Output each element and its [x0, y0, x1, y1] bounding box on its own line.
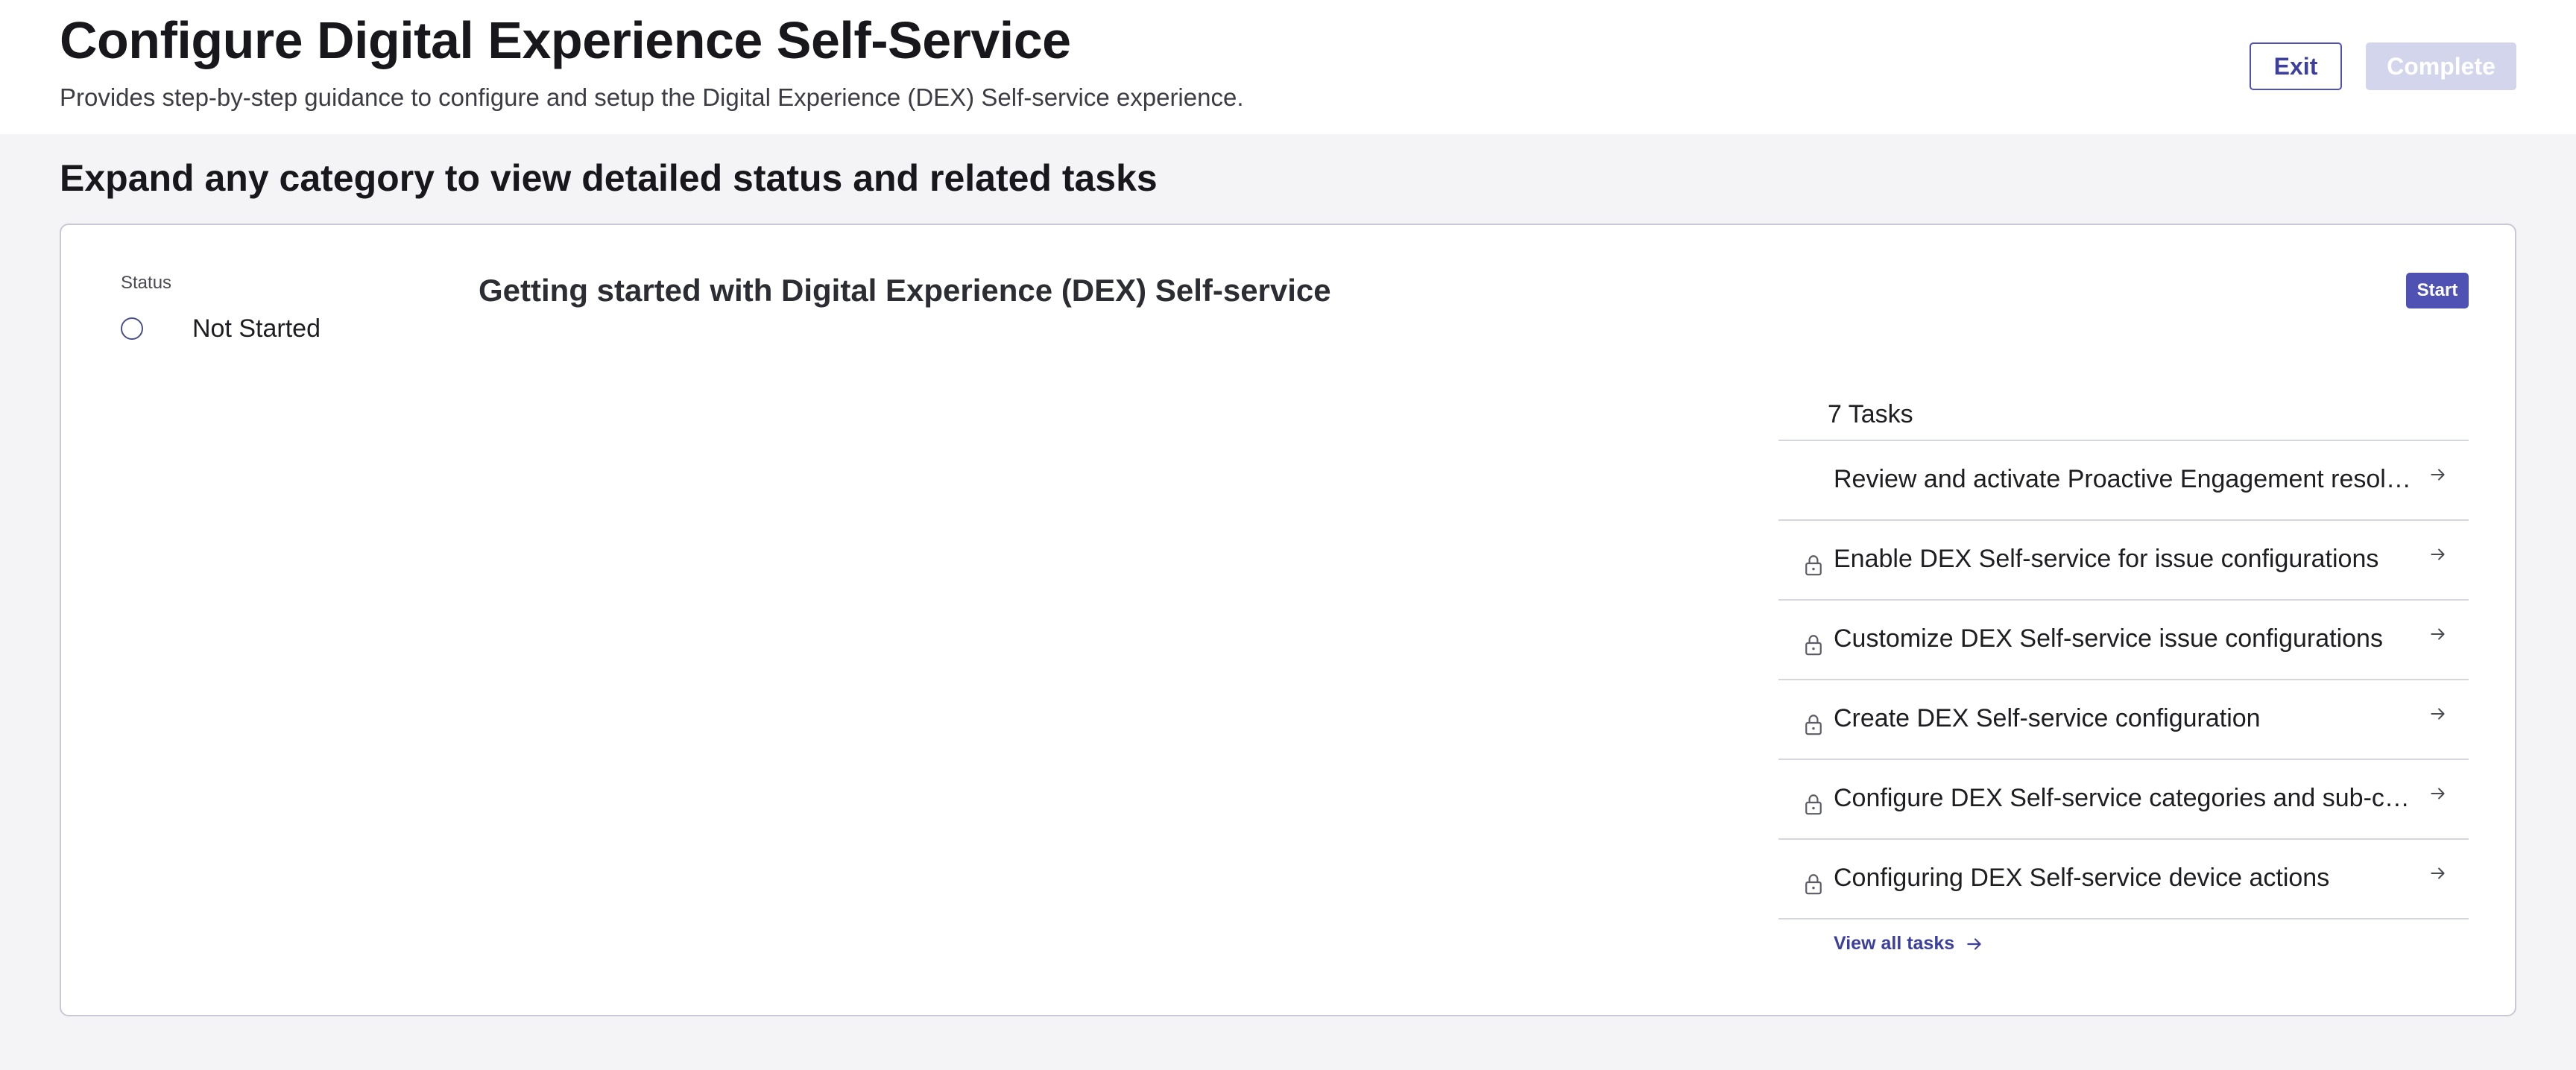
exit-button[interactable]: Exit — [2250, 42, 2342, 90]
task-label: Customize DEX Self-service issue configu… — [1834, 624, 2383, 653]
tasks-panel: 7 Tasks Review and activate Proactive En… — [1778, 392, 2469, 979]
page-subtitle: Provides step-by-step guidance to config… — [60, 83, 1244, 111]
task-label: Review and activate Proactive Engagement… — [1834, 465, 2422, 493]
lock-icon — [1804, 873, 1823, 895]
task-label: Configure DEX Self-service categories an… — [1834, 784, 2422, 812]
lock-icon — [1804, 793, 1823, 815]
arrow-right-icon[interactable] — [2428, 624, 2448, 644]
task-row[interactable]: Review and activate Proactive Engagement… — [1778, 441, 2469, 521]
task-row[interactable]: Configuring DEX Self-service device acti… — [1778, 840, 2469, 919]
view-all-tasks-label: View all tasks — [1834, 933, 1955, 954]
arrow-right-icon[interactable] — [2428, 465, 2448, 484]
status-value: Not Started — [192, 314, 321, 343]
category-title[interactable]: Getting started with Digital Experience … — [479, 273, 1331, 308]
status-circle-icon — [121, 317, 143, 340]
tasks-count: 7 Tasks — [1778, 392, 2469, 441]
status-label: Status — [121, 273, 172, 293]
view-all-tasks-link[interactable]: View all tasks — [1834, 933, 1984, 955]
arrow-right-icon[interactable] — [2428, 704, 2448, 724]
lock-icon — [1804, 554, 1823, 576]
task-row[interactable]: Customize DEX Self-service issue configu… — [1778, 601, 2469, 680]
complete-button[interactable]: Complete — [2366, 42, 2516, 90]
start-button[interactable]: Start — [2406, 273, 2469, 308]
lock-icon — [1804, 713, 1823, 735]
task-row[interactable]: Create DEX Self-service configuration — [1778, 680, 2469, 760]
task-label: Create DEX Self-service configuration — [1834, 704, 2261, 732]
category-card[interactable]: Status Not Started Getting started with … — [60, 224, 2516, 1016]
lock-icon — [1804, 633, 1823, 656]
task-label: Configuring DEX Self-service device acti… — [1834, 864, 2330, 892]
arrow-right-icon — [1967, 937, 1981, 950]
task-list: Review and activate Proactive Engagement… — [1778, 441, 2469, 919]
arrow-right-icon[interactable] — [2428, 545, 2448, 564]
page-header: Configure Digital Experience Self-Servic… — [0, 0, 2576, 134]
task-label: Enable DEX Self-service for issue config… — [1834, 545, 2379, 573]
arrow-right-icon[interactable] — [2428, 864, 2448, 883]
task-row[interactable]: Configure DEX Self-service categories an… — [1778, 760, 2469, 840]
section-heading: Expand any category to view detailed sta… — [60, 157, 1158, 199]
task-row[interactable]: Enable DEX Self-service for issue config… — [1778, 521, 2469, 601]
arrow-right-icon[interactable] — [2428, 784, 2448, 803]
page-title: Configure Digital Experience Self-Servic… — [60, 11, 1071, 69]
